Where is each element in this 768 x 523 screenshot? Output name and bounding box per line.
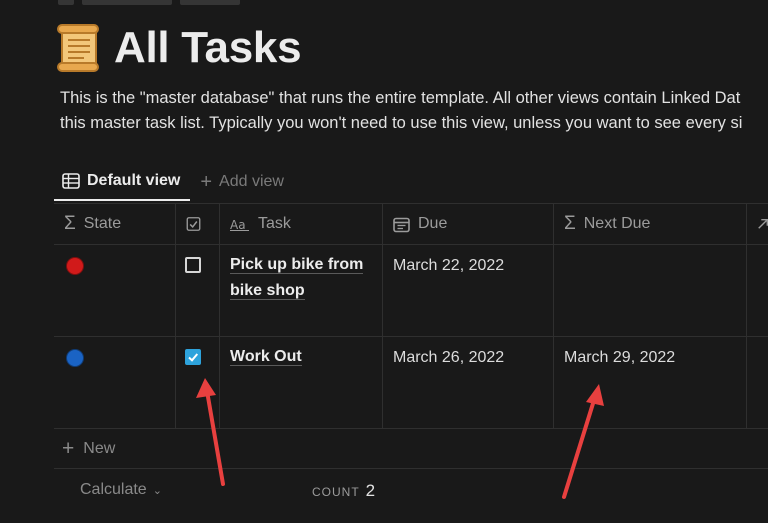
count-label: COUNT	[312, 485, 360, 499]
due-date: March 26, 2022	[393, 349, 505, 366]
checkmark-icon	[188, 353, 199, 362]
page-description[interactable]: This is the "master database" that runs …	[60, 86, 768, 136]
column-header-due[interactable]: Due	[383, 204, 554, 244]
plus-icon: +	[62, 437, 75, 460]
text-property-icon: Aa	[230, 218, 249, 231]
scroll-icon[interactable]	[54, 23, 102, 73]
calendar-icon	[393, 217, 410, 232]
table-header: Σ State Aa Task Due Σ Next Due	[54, 203, 768, 244]
done-checkbox[interactable]	[185, 349, 201, 365]
formula-icon: Σ	[64, 213, 76, 234]
column-header-done[interactable]	[176, 204, 220, 244]
done-cell[interactable]	[176, 337, 220, 428]
task-title[interactable]: Pick up bike from bike shop	[230, 256, 364, 300]
calculation-row: Calculate ⌄ COUNT 2	[54, 468, 768, 510]
next-due-cell[interactable]: March 29, 2022	[554, 337, 747, 428]
column-label: Next Due	[583, 215, 651, 232]
checkbox-property-icon	[186, 217, 201, 231]
chevron-down-icon: ⌄	[152, 484, 162, 497]
tab-default-view[interactable]: Default view	[54, 163, 191, 201]
plus-icon: +	[200, 171, 213, 193]
column-label: Due	[418, 215, 448, 232]
notion-page: All Tasks This is the "master database" …	[0, 0, 768, 523]
arrow-up-right-icon	[758, 219, 768, 229]
task-cell[interactable]: Work Out	[220, 337, 383, 428]
new-row: + New	[54, 428, 768, 468]
column-header-task[interactable]: Aa Task	[220, 204, 383, 244]
count-value: 2	[365, 481, 376, 500]
page-title[interactable]: All Tasks	[114, 23, 302, 73]
state-indicator	[66, 257, 84, 275]
table-icon	[62, 173, 80, 189]
new-row-label: New	[83, 439, 116, 457]
more-cell[interactable]	[747, 245, 768, 336]
column-label: State	[83, 215, 122, 232]
due-cell[interactable]: March 26, 2022	[383, 337, 554, 428]
page-header: All Tasks	[54, 18, 302, 78]
breadcrumb[interactable]	[58, 0, 318, 5]
calculate-button[interactable]: Calculate ⌄	[80, 481, 162, 499]
due-cell[interactable]: March 22, 2022	[383, 245, 554, 336]
more-cell[interactable]	[747, 337, 768, 428]
done-checkbox[interactable]	[185, 257, 201, 273]
next-due-date: March 29, 2022	[564, 349, 676, 366]
state-cell[interactable]	[54, 245, 176, 336]
column-label: Task	[258, 215, 291, 232]
add-view-button[interactable]: + Add view	[200, 172, 284, 192]
svg-text:Aa: Aa	[230, 218, 246, 231]
column-header-state[interactable]: Σ State	[54, 204, 176, 244]
task-title[interactable]: Work Out	[230, 348, 302, 366]
calculate-label: Calculate	[80, 481, 147, 498]
tasks-table: Σ State Aa Task Due Σ Next Due Pick up b…	[54, 203, 768, 510]
count-summary[interactable]: COUNT 2	[312, 481, 375, 501]
add-view-label: Add view	[219, 173, 284, 190]
formula-icon: Σ	[564, 213, 576, 234]
state-indicator	[66, 349, 84, 367]
view-tabs: Default view + Add view	[54, 162, 284, 202]
column-header-next-due[interactable]: Σ Next Due	[554, 204, 747, 244]
done-cell[interactable]	[176, 245, 220, 336]
next-due-cell[interactable]	[554, 245, 747, 336]
column-header-more[interactable]	[747, 204, 768, 244]
new-row-button[interactable]: + New	[54, 438, 115, 459]
table-row[interactable]: Pick up bike from bike shop March 22, 20…	[54, 244, 768, 336]
table-row[interactable]: Work Out March 26, 2022 March 29, 2022	[54, 336, 768, 428]
description-line: this master task list. Typically you won…	[60, 114, 743, 132]
due-date: March 22, 2022	[393, 257, 505, 274]
tab-label: Default view	[87, 172, 181, 189]
description-line: This is the "master database" that runs …	[60, 89, 741, 107]
state-cell[interactable]	[54, 337, 176, 428]
task-cell[interactable]: Pick up bike from bike shop	[220, 245, 383, 336]
